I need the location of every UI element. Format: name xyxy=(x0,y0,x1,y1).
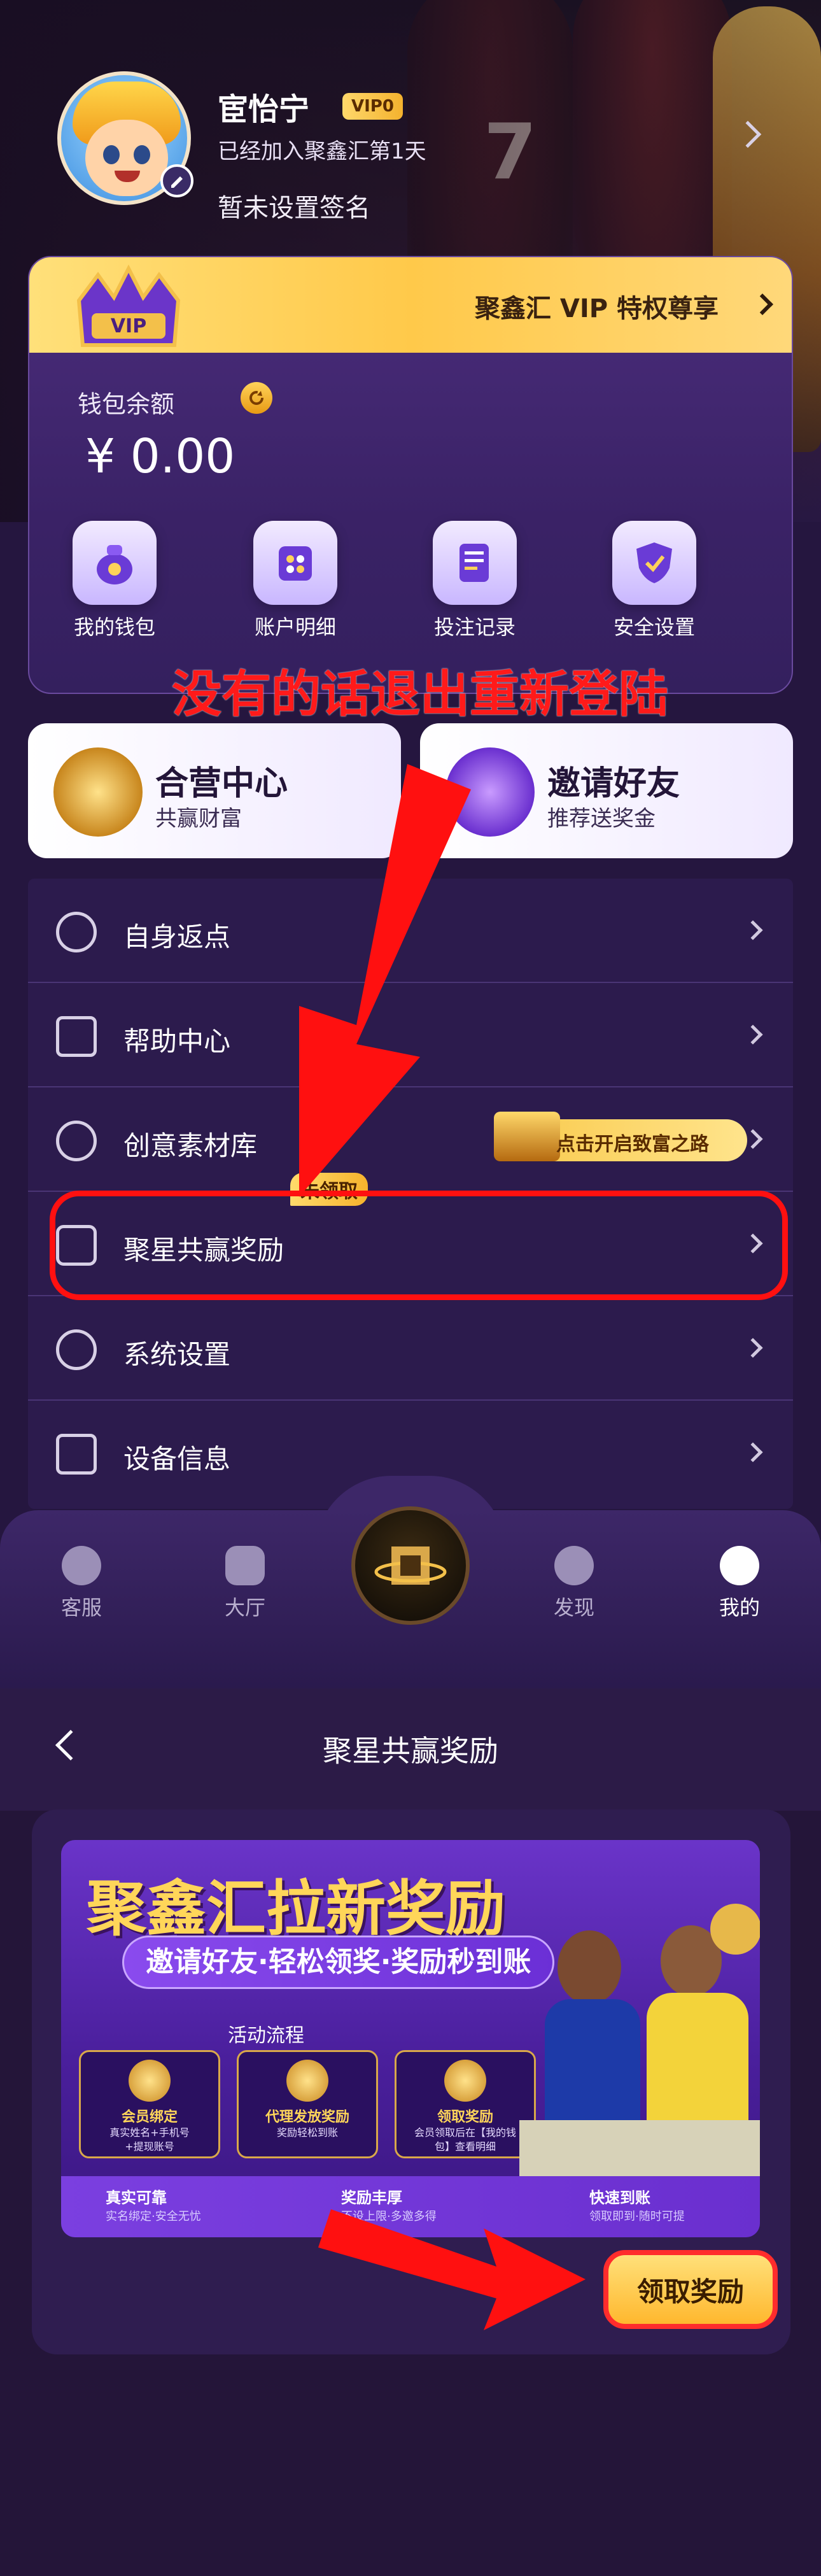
chevron-right-icon xyxy=(743,920,763,940)
user-icon xyxy=(720,1546,759,1585)
percent-icon xyxy=(56,912,97,952)
lobby-icon xyxy=(225,1546,265,1585)
step-member-binding: 会员绑定 真实姓名+手机号 +提现账号 xyxy=(79,2050,220,2158)
username: 宦怡宁 xyxy=(218,92,310,127)
claim-reward-button[interactable]: 领取奖励 xyxy=(603,2250,778,2329)
nav-mine[interactable]: 我的 xyxy=(682,1546,797,1621)
ledger-icon xyxy=(253,521,337,605)
app-screen: 7 宦怡宁 VIP0 已经加入聚鑫汇第1天 暂未设置签名 VIP 聚鑫汇 VIP… xyxy=(0,0,821,2576)
my-wallet-button[interactable]: 我的钱包 xyxy=(51,521,178,640)
wallet-balance-label: 钱包余额 xyxy=(78,390,175,418)
activity-flow-label: 活动流程 xyxy=(228,2025,304,2047)
invite-friends-card[interactable]: 邀请好友 推荐送奖金 xyxy=(420,723,793,858)
gear-icon xyxy=(56,1329,97,1370)
step-claim-reward: 领取奖励 会员领取后在【我的钱 包】查看明细 xyxy=(395,2050,536,2158)
record-icon xyxy=(433,521,517,605)
join-days-text: 已经加入聚鑫汇第1天 xyxy=(218,139,426,164)
start-wealth-button[interactable]: 点击开启致富之路 xyxy=(494,1112,747,1161)
step-agent-reward: 代理发放奖励 奖励轻松到账 xyxy=(237,2050,378,2158)
brand-logo-icon[interactable] xyxy=(351,1506,470,1625)
golden-bull-icon xyxy=(53,747,143,837)
vip-level-badge: VIP0 xyxy=(342,93,403,120)
svg-text:VIP: VIP xyxy=(111,315,146,337)
highlight-box xyxy=(50,1191,788,1300)
footer-reliable: 真实可靠 实名绑定·安全无忧 xyxy=(106,2189,201,2223)
chevron-right-icon xyxy=(752,294,773,315)
menu-item-rebate[interactable]: 自身返点 xyxy=(28,879,793,983)
banner-title: 聚鑫汇拉新奖励 xyxy=(87,1874,506,1944)
nav-discover[interactable]: 发现 xyxy=(517,1546,631,1621)
page-title: 聚星共赢奖励 xyxy=(323,1734,498,1768)
device-icon xyxy=(56,1434,97,1475)
wallet-balance-value: ¥ 0.00 xyxy=(85,429,235,484)
bet-records-button[interactable]: 投注记录 xyxy=(411,521,538,640)
footer-rich-rewards: 奖励丰厚 不设上限·多邀多得 xyxy=(341,2189,437,2223)
nav-customer-service[interactable]: 客服 xyxy=(24,1546,139,1621)
shield-icon xyxy=(612,521,696,605)
compass-icon xyxy=(554,1546,594,1585)
vip-privilege-banner[interactable]: VIP 聚鑫汇 VIP 特权尊享 xyxy=(29,257,792,353)
banner-footer: 真实可靠 实名绑定·安全无忧 奖励丰厚 不设上限·多邀多得 快速到账 领取即到·… xyxy=(61,2176,760,2237)
security-settings-button[interactable]: 安全设置 xyxy=(591,521,718,640)
treasure-chest-icon xyxy=(494,1112,560,1161)
chevron-right-icon xyxy=(743,1024,763,1045)
gift-pot-icon xyxy=(446,747,535,837)
wallet-icon xyxy=(444,2060,486,2102)
chevron-right-icon xyxy=(743,1442,763,1462)
play-icon xyxy=(56,1121,97,1161)
chat-icon xyxy=(62,1546,101,1585)
menu-item-help-center[interactable]: 帮助中心 xyxy=(28,983,793,1087)
annotation-note: 没有的话退出重新登陆 xyxy=(172,666,669,723)
menu-item-creative-library[interactable]: 创意素材库 点击开启致富之路 xyxy=(28,1087,793,1192)
footer-fast-arrival: 快速到账 领取即到·随时可提 xyxy=(589,2189,685,2223)
wallet-card: VIP 聚鑫汇 VIP 特权尊享 钱包余额 ¥ 0.00 我的钱包 账户明细 投… xyxy=(28,256,793,694)
footballers-illustration xyxy=(519,1904,760,2177)
menu-item-system-settings[interactable]: 系统设置 xyxy=(28,1296,793,1401)
shield-badge-icon xyxy=(129,2060,171,2102)
vip-banner-title: 聚鑫汇 VIP 特权尊享 xyxy=(475,294,719,323)
signature-text[interactable]: 暂未设置签名 xyxy=(218,187,370,224)
edit-avatar-icon[interactable] xyxy=(160,164,193,197)
vip-crown-icon: VIP xyxy=(76,264,181,347)
question-icon xyxy=(56,1016,97,1057)
coin-icon xyxy=(286,2060,328,2102)
account-details-button[interactable]: 账户明细 xyxy=(232,521,359,640)
money-bag-icon xyxy=(73,521,157,605)
nav-lobby[interactable]: 大厅 xyxy=(188,1546,302,1621)
recruit-reward-banner: 聚鑫汇拉新奖励 邀请好友·轻松领奖·奖励秒到账 活动流程 会员绑定 真实姓名+手… xyxy=(61,1840,760,2237)
partner-center-card[interactable]: 合营中心 共赢财富 xyxy=(28,723,401,858)
refresh-icon[interactable] xyxy=(241,382,272,414)
chevron-right-icon xyxy=(743,1338,763,1358)
banner-subtitle: 邀请好友·轻松领奖·奖励秒到账 xyxy=(122,1936,555,1989)
